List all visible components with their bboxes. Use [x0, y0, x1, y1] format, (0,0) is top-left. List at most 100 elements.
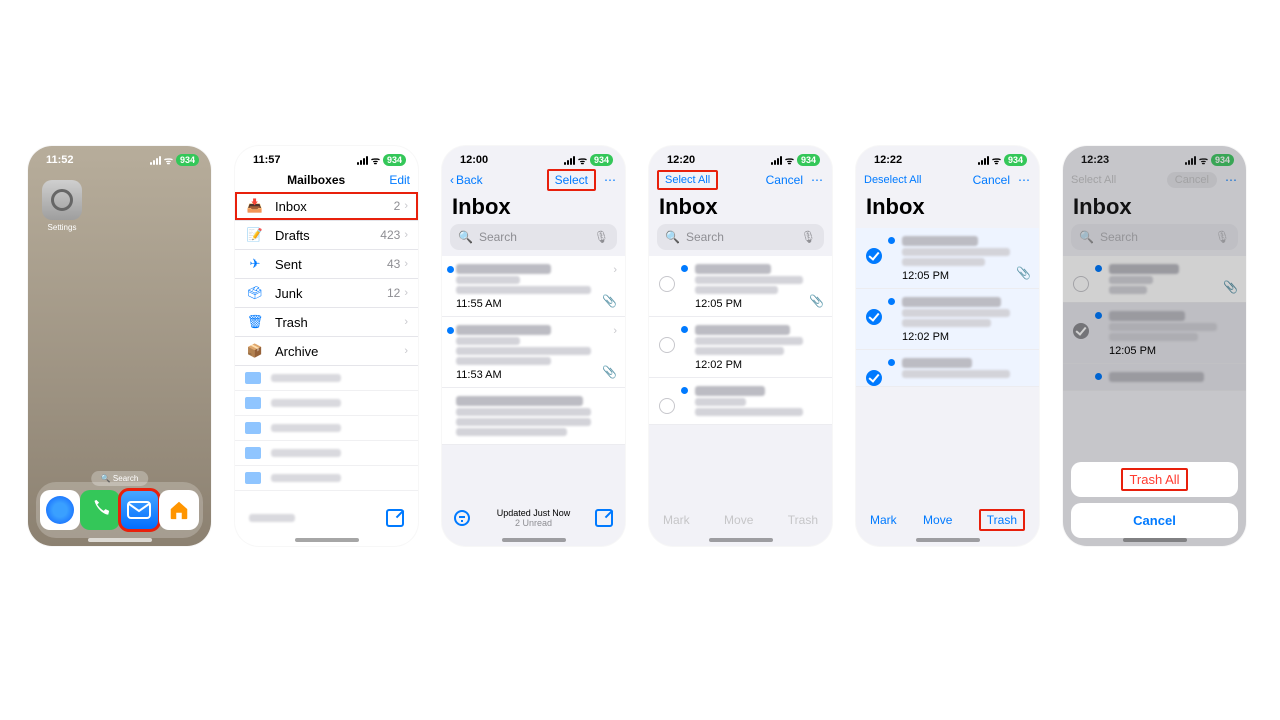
select-circle-checked[interactable]	[866, 370, 882, 386]
filter-button[interactable]	[454, 510, 470, 526]
app-mail[interactable]	[120, 490, 160, 530]
search-input[interactable]: 🔍Search🎙	[657, 224, 824, 250]
more-button[interactable]: ⋯	[604, 173, 617, 187]
edit-button[interactable]: Edit	[389, 173, 410, 187]
mailbox-row-custom[interactable]	[235, 366, 418, 391]
nav-title: Mailboxes	[287, 173, 345, 187]
compose-button[interactable]	[386, 509, 404, 527]
drafts-icon: 📝	[245, 227, 265, 243]
envelope-icon	[127, 501, 151, 519]
page-title: Inbox	[442, 192, 625, 224]
phone-icon	[89, 499, 111, 521]
sheet-cancel-button[interactable]: Cancel	[1071, 503, 1238, 538]
screen-edit-all: 12:22ᯤ934 Deselect All Cancel ⋯ Inbox 12…	[856, 146, 1039, 546]
house-icon	[168, 499, 190, 521]
toolbar: Updated Just Now 2 Unread	[442, 500, 625, 536]
move-button: Move	[724, 513, 753, 527]
clock: 11:52	[46, 154, 74, 166]
mailbox-row-junk[interactable]: 🗳 Junk 12 ›	[235, 279, 418, 308]
message-cell[interactable]	[856, 350, 1039, 387]
app-home[interactable]	[159, 490, 199, 530]
trash-button: Trash	[788, 513, 818, 527]
mailbox-row-sent[interactable]: ✈︎ Sent 43 ›	[235, 250, 418, 279]
search-icon: 🔍	[458, 230, 473, 244]
cancel-button[interactable]: Cancel	[766, 173, 803, 187]
app-settings[interactable]: Settings	[42, 180, 82, 232]
screen-home: 11:52 ᯤ 934 Settings 🔍 Search	[28, 146, 211, 546]
app-safari[interactable]	[40, 490, 80, 530]
unread-count: 2 Unread	[497, 518, 571, 528]
message-cell[interactable]: 12:02 PM	[856, 289, 1039, 350]
screen-mailboxes: 11:57 ᯤ934 Mailboxes Edit 📥 Inbox 2 › 📝 …	[235, 146, 418, 546]
action-sheet: Trash All Cancel	[1071, 456, 1238, 538]
chevron-right-icon: ›	[404, 200, 408, 212]
message-cell[interactable]: › 11:55 AM 📎	[442, 256, 625, 317]
chevron-right-icon: ›	[613, 264, 617, 276]
message-list: › 11:55 AM 📎 › 11:53 AM 📎	[442, 256, 625, 445]
compass-icon	[46, 496, 74, 524]
mailbox-row-custom[interactable]	[235, 466, 418, 491]
mark-button: Mark	[663, 513, 690, 527]
wifi-icon: ᯤ	[164, 153, 173, 167]
select-button[interactable]: Select	[547, 169, 596, 191]
dock	[36, 482, 203, 538]
status-text	[249, 514, 295, 522]
message-cell[interactable]	[649, 378, 832, 425]
screenshot-row: 11:52 ᯤ 934 Settings 🔍 Search	[28, 146, 1246, 546]
screen-inbox: 12:00ᯤ934 ‹Back Select ⋯ Inbox 🔍 Search …	[442, 146, 625, 546]
nav-bar: Mailboxes Edit	[235, 168, 418, 192]
mailbox-list: 📥 Inbox 2 › 📝 Drafts 423 › ✈︎ Sent 43 › …	[235, 192, 418, 491]
move-button[interactable]: Move	[923, 513, 952, 527]
folder-icon	[245, 372, 261, 384]
unread-dot-icon	[447, 266, 454, 273]
junk-icon: 🗳	[245, 285, 265, 301]
more-button[interactable]: ⋯	[1018, 173, 1031, 187]
mailbox-row-custom[interactable]	[235, 391, 418, 416]
cancel-button[interactable]: Cancel	[973, 173, 1010, 187]
page-title: Inbox	[649, 192, 832, 224]
message-list: 12:05 PM📎 12:02 PM	[649, 256, 832, 425]
select-circle[interactable]	[659, 398, 675, 414]
back-button[interactable]: ‹Back	[450, 173, 483, 187]
select-circle[interactable]	[659, 276, 675, 292]
search-input[interactable]: 🔍 Search 🎙	[450, 224, 617, 250]
message-cell[interactable]	[442, 388, 625, 445]
select-all-button[interactable]: Select All	[657, 170, 718, 190]
mailbox-row-custom[interactable]	[235, 441, 418, 466]
app-phone[interactable]	[80, 490, 120, 530]
status-icons: ᯤ 934	[150, 153, 199, 167]
mailbox-row-archive[interactable]: 📦 Archive ›	[235, 337, 418, 366]
message-list: 12:05 PM📎 12:02 PM	[856, 228, 1039, 387]
select-circle-checked[interactable]	[866, 248, 882, 264]
home-indicator	[295, 538, 359, 542]
mailbox-row-custom[interactable]	[235, 416, 418, 441]
chevron-left-icon: ‹	[450, 173, 454, 187]
select-circle-checked[interactable]	[866, 309, 882, 325]
mark-button[interactable]: Mark	[870, 513, 897, 527]
more-button[interactable]: ⋯	[811, 173, 824, 187]
deselect-all-button[interactable]: Deselect All	[864, 174, 921, 186]
sync-status: Updated Just Now	[497, 508, 571, 518]
app-label: Settings	[42, 223, 82, 232]
clock: 11:57	[253, 154, 281, 166]
mailbox-row-drafts[interactable]: 📝 Drafts 423 ›	[235, 221, 418, 250]
mailbox-row-inbox[interactable]: 📥 Inbox 2 ›	[235, 192, 418, 221]
message-cell[interactable]: 12:02 PM	[649, 317, 832, 378]
message-cell[interactable]: 12:05 PM📎	[649, 256, 832, 317]
trash-all-button[interactable]: Trash All	[1071, 462, 1238, 497]
page-title: Inbox	[856, 192, 1039, 224]
trash-button[interactable]: Trash	[979, 509, 1025, 531]
gear-icon	[51, 189, 73, 211]
select-circle[interactable]	[659, 337, 675, 353]
message-cell[interactable]: 12:05 PM📎	[856, 228, 1039, 289]
toolbar	[235, 500, 418, 536]
trash-icon: 🗑	[245, 314, 265, 330]
attachment-icon: 📎	[602, 294, 617, 308]
sent-icon: ✈︎	[245, 256, 265, 272]
battery-icon: 934	[176, 154, 199, 166]
compose-button[interactable]	[595, 509, 613, 527]
mailbox-row-trash[interactable]: 🗑 Trash ›	[235, 308, 418, 337]
edit-toolbar: Mark Move Trash	[856, 504, 1039, 536]
home-indicator	[88, 538, 152, 542]
message-cell[interactable]: › 11:53 AM 📎	[442, 317, 625, 388]
